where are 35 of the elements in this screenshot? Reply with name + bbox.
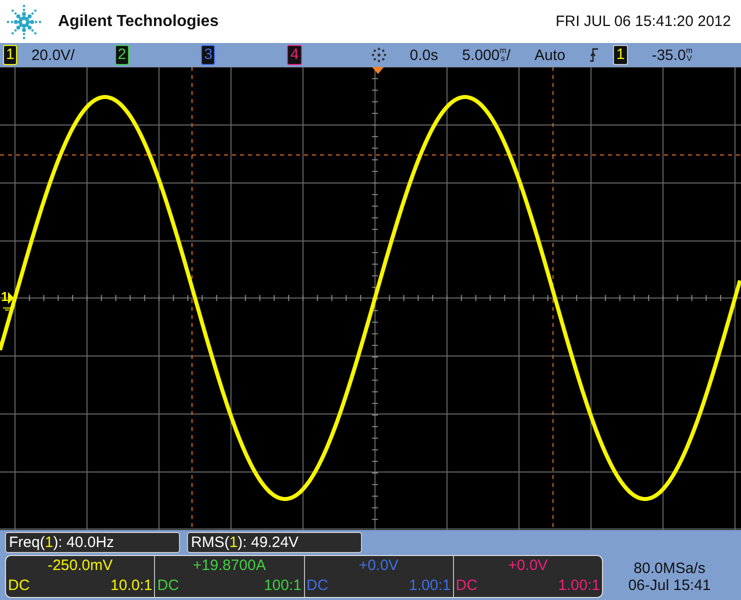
measurement-readout: Freq(1): 40.0Hz — [5, 532, 180, 553]
coupling-label: DC — [456, 576, 478, 596]
brand-name: Agilent Technologies — [58, 12, 219, 30]
channel-offset: +0.0V — [358, 556, 400, 576]
coupling-label: DC — [306, 576, 328, 596]
trace-marker: 1 — [1, 289, 8, 304]
channel-settings[interactable]: -250.0mV DC 10.0:1 — [6, 556, 154, 597]
rising-edge-icon — [589, 47, 600, 63]
ground-level-icon — [2, 292, 14, 310]
probe-ratio: 1.00:1 — [409, 576, 451, 596]
acquisition-icon — [370, 46, 388, 64]
channel-settings[interactable]: +0.0V DC 1.00:1 — [452, 556, 602, 597]
date-time: FRI JUL 06 15:41:20 2012 — [556, 13, 731, 30]
channel-marker[interactable]: 1 — [3, 45, 18, 65]
probe-ratio: 10.0:1 — [110, 576, 152, 596]
channel-offset: +0.0V — [507, 556, 549, 576]
channel-offset: +19.8700A — [192, 556, 267, 576]
cursor-line[interactable] — [0, 154, 741, 156]
channel-settings[interactable]: +19.8700A DC 100:1 — [154, 556, 304, 597]
volts-per-div: 20.0V/ — [31, 46, 75, 64]
cursor-line[interactable] — [552, 67, 554, 530]
channel-marker[interactable]: 4 — [287, 45, 302, 65]
probe-ratio: 100:1 — [264, 576, 302, 596]
measurement-readout: RMS(1): 49.24V — [187, 532, 362, 553]
trigger-delay: 0.0s — [410, 46, 438, 64]
sample-rate: 80.0MSa/s — [634, 560, 706, 576]
coupling-label: DC — [157, 576, 179, 596]
trigger-source: 1 — [613, 45, 628, 65]
channel-marker[interactable]: 2 — [114, 45, 130, 65]
channel-marker[interactable]: 3 — [201, 45, 216, 65]
acquisition-date: 06-Jul 15:41 — [628, 576, 711, 594]
trigger-mode: Auto — [534, 46, 566, 64]
probe-ratio: 1.00:1 — [558, 576, 600, 596]
coupling-label: DC — [8, 576, 30, 596]
channel-offset: -250.0mV — [46, 556, 114, 576]
